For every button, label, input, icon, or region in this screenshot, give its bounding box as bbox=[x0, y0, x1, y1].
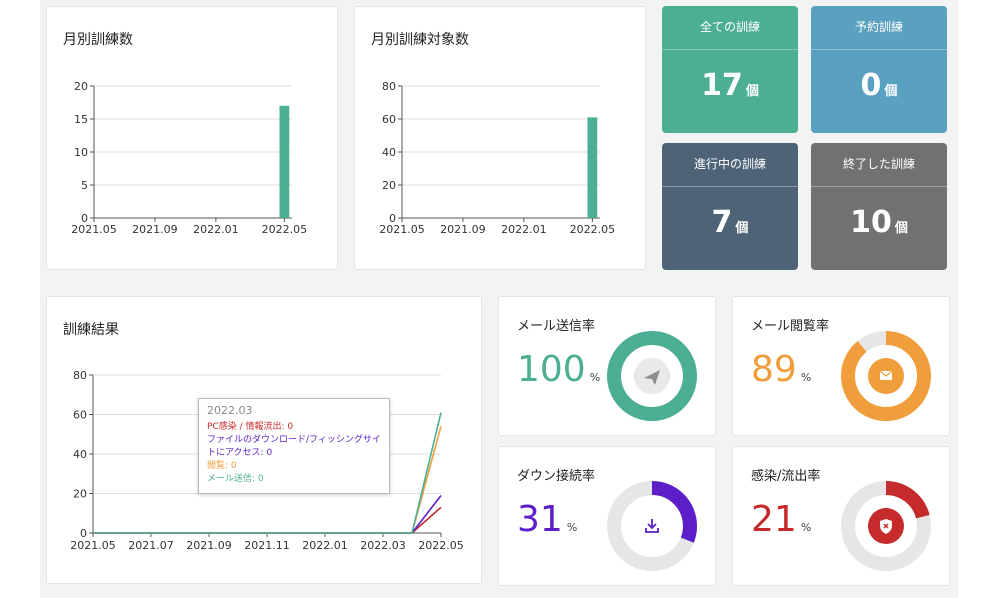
tile-label: 終了した訓練 bbox=[842, 157, 915, 171]
x-tick-label: 2021.05 bbox=[71, 223, 117, 236]
envelope-icon bbox=[879, 370, 893, 380]
x-tick-label: 2022.01 bbox=[193, 223, 239, 236]
stat-unit: % bbox=[800, 371, 812, 384]
monthly-targets-card: 月別訓練対象数 0 20 40 60 80 2021.05 2021.09 2022.01 20… bbox=[354, 6, 646, 270]
tile-scheduled-trainings[interactable]: 予約訓練 0個 bbox=[811, 6, 947, 133]
stat-title: ダウン接続率 bbox=[517, 469, 596, 484]
x-tick-label: 2021.09 bbox=[132, 223, 178, 236]
monthly-training-card: 月別訓練数 0 5 10 15 20 2021.05 2021.09 2022.01 2022.… bbox=[46, 6, 338, 270]
tile-finished-trainings[interactable]: 終了した訓練 10 個 bbox=[811, 143, 947, 270]
monthly-targets-chart: 0204060802021.05 2021.09 2022.01 2022.05 bbox=[379, 80, 616, 236]
stat-title: メール送信率 bbox=[517, 319, 596, 334]
tile-value: 7 bbox=[711, 205, 733, 240]
stat-value: 100 bbox=[517, 349, 586, 390]
stat-card-mail-opened: メール閲覧率 89% bbox=[732, 296, 950, 436]
chart-tooltip: 2022.03 PC感染 / 情報流出: 0 ファイルのダウンロード/フィッシン… bbox=[198, 398, 390, 494]
stat-card-infection-leak: 感染/流出率 21% bbox=[732, 446, 950, 586]
donut-chart bbox=[607, 331, 697, 421]
tooltip-line: ファイルのダウンロード/フィッシングサイ bbox=[207, 435, 381, 445]
y-tick-label: 20 bbox=[382, 179, 396, 192]
tile-divider bbox=[811, 49, 947, 50]
y-tick-label: 5 bbox=[81, 179, 88, 192]
y-tick-label: 80 bbox=[382, 80, 396, 93]
tile-label: 進行中の訓練 bbox=[693, 157, 766, 171]
tile-unit: 個 bbox=[894, 221, 908, 236]
tile-unit: 個 bbox=[884, 84, 898, 99]
tile-unit: 個 bbox=[745, 84, 759, 99]
x-tick-label: 2021.09 bbox=[186, 539, 232, 552]
tile-ongoing-trainings[interactable]: 進行中の訓練 7個 bbox=[662, 143, 798, 270]
tile-label: 全ての訓練 bbox=[699, 20, 760, 34]
stat-title: メール閲覧率 bbox=[751, 319, 830, 334]
stat-card-mail-sent: メール送信率 100% bbox=[498, 296, 716, 436]
y-tick-label: 60 bbox=[382, 113, 396, 126]
stat-value: 31 bbox=[517, 499, 563, 540]
stat-unit: % bbox=[800, 521, 812, 534]
y-tick-label: 60 bbox=[73, 409, 87, 422]
monthly-training-chart: 051015202021.05 2021.09 2022.01 2022.05 bbox=[71, 80, 308, 236]
stat-value: 89 bbox=[751, 349, 797, 390]
y-tick-label: 10 bbox=[74, 146, 88, 159]
stat-title: 感染/流出率 bbox=[751, 469, 821, 484]
y-tick-label: 40 bbox=[73, 448, 87, 461]
donut-chart bbox=[607, 481, 697, 571]
series-line bbox=[93, 506, 442, 534]
donut-chart bbox=[841, 481, 931, 571]
x-tick-label: 2022.05 bbox=[418, 539, 464, 552]
x-tick-label: 2022.01 bbox=[302, 539, 348, 552]
stat-unit: % bbox=[589, 371, 601, 384]
tile-label: 予約訓練 bbox=[854, 20, 903, 34]
tile-divider bbox=[811, 186, 947, 187]
bar bbox=[279, 105, 290, 218]
x-tick-label: 2021.09 bbox=[440, 223, 486, 236]
tooltip-line: PC感染 / 情報流出: 0 bbox=[207, 422, 294, 432]
x-tick-label: 2022.03 bbox=[360, 539, 406, 552]
tile-unit: 個 bbox=[735, 221, 749, 236]
tile-all-trainings[interactable]: 全ての訓練 17 個 bbox=[662, 6, 798, 133]
y-tick-label: 20 bbox=[73, 488, 87, 501]
y-tick-label: 40 bbox=[382, 146, 396, 159]
x-tick-label: 2021.07 bbox=[128, 539, 174, 552]
donut-chart bbox=[841, 331, 931, 421]
y-tick-label: 20 bbox=[74, 80, 88, 93]
tile-divider bbox=[662, 186, 798, 187]
tile-value: 0 bbox=[860, 68, 882, 103]
y-tick-label: 80 bbox=[73, 369, 87, 382]
x-tick-label: 2022.05 bbox=[570, 223, 616, 236]
tile-value: 10 bbox=[850, 205, 892, 240]
tooltip-title: 2022.03 bbox=[207, 404, 253, 417]
x-tick-label: 2022.01 bbox=[501, 223, 547, 236]
x-tick-label: 2022.05 bbox=[262, 223, 308, 236]
tile-value: 17 bbox=[701, 68, 743, 103]
stat-card-download-access: ダウン接続率 31% bbox=[498, 446, 716, 586]
y-tick-label: 15 bbox=[74, 113, 88, 126]
tooltip-line: トにアクセス: 0 bbox=[207, 448, 273, 458]
stat-value: 21 bbox=[751, 499, 797, 540]
tooltip-line: メール送信: 0 bbox=[207, 474, 264, 484]
tile-divider bbox=[662, 49, 798, 50]
tooltip-line: 閲覧: 0 bbox=[207, 461, 237, 471]
x-tick-label: 2021.05 bbox=[379, 223, 425, 236]
bar bbox=[587, 117, 598, 218]
x-tick-label: 2021.11 bbox=[244, 539, 290, 552]
series-line bbox=[93, 494, 442, 534]
x-tick-label: 2021.05 bbox=[70, 539, 116, 552]
stat-unit: % bbox=[566, 521, 578, 534]
